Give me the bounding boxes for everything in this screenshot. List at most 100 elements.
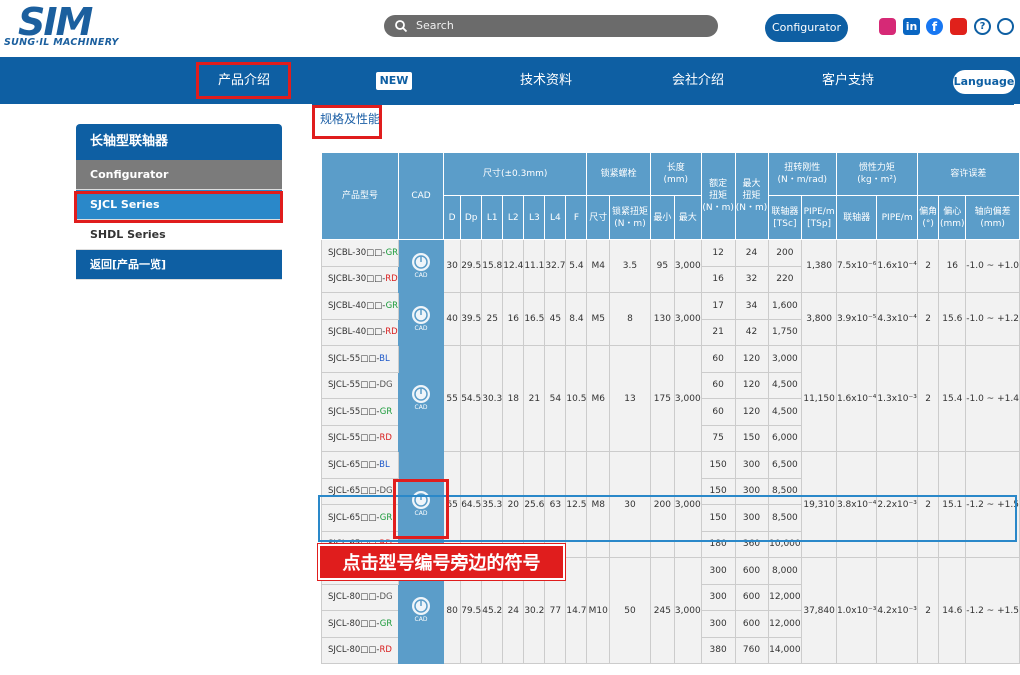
help-icon[interactable]: ?: [974, 18, 991, 35]
cell-max-torque: 600: [734, 557, 769, 585]
nav-support[interactable]: 客户支持: [822, 57, 874, 104]
cell-rated-torque: 300: [700, 610, 736, 638]
header-cad: CAD: [398, 152, 444, 240]
cell-f: 5.4: [565, 239, 588, 293]
cell-max-torque: 150: [734, 424, 769, 452]
facebook-icon[interactable]: f: [926, 18, 943, 35]
model-cell[interactable]: SJCL-65□□-BL: [320, 451, 400, 479]
model-cell[interactable]: SJCBL-40□□-GR: [320, 292, 400, 320]
model-cell[interactable]: SJCL-55□□-DG: [320, 371, 400, 399]
cell-l2: 18: [502, 345, 525, 452]
cell-rated-torque: 300: [700, 557, 736, 585]
sidebar-item-configurator[interactable]: Configurator: [76, 160, 282, 190]
cell-stiff-coupling: 8,000: [767, 557, 803, 585]
subheader-len-max: 最大: [673, 195, 702, 240]
table-row: SJCBL-40□□-GR CAD 40 39.5 25 16 16.5 45 8.4 M5 8 13…: [320, 292, 1020, 346]
cell-ecc: 15.4: [938, 345, 967, 452]
cell-max-torque: 300: [734, 451, 769, 479]
cell-stiff-coupling: 6,000: [767, 424, 803, 452]
subheader-l4: L4: [544, 195, 567, 240]
cell-d: 55: [442, 345, 462, 452]
model-cell[interactable]: SJCBL-40□□-RD: [320, 318, 400, 346]
cad-cell[interactable]: CAD: [398, 345, 444, 452]
model-suffix: DG: [379, 380, 393, 391]
cad-download-icon[interactable]: CAD: [409, 383, 433, 411]
cell-max-torque: 120: [734, 398, 769, 426]
model-cell[interactable]: SJCL-55□□-GR: [320, 398, 400, 426]
youtube-icon[interactable]: [950, 18, 967, 35]
cell-stiff-coupling: 14,000: [767, 636, 803, 664]
cell-dp: 39.5: [460, 292, 483, 346]
cell-l4: 45: [544, 292, 567, 346]
sidebar-item-shdl-series[interactable]: SHDL Series: [76, 220, 282, 250]
highlight-sjcl-series: [74, 191, 283, 223]
cell-max-torque: 24: [734, 239, 769, 267]
model-suffix: RD: [379, 645, 392, 656]
cell-d: 30: [442, 239, 462, 293]
subheader-dp: Dp: [460, 195, 483, 240]
cell-stiff-coupling: 6,500: [767, 451, 803, 479]
company-logo[interactable]: SIM SUNG·IL MACHINERY: [4, 0, 132, 50]
cell-angle: 2: [916, 292, 940, 346]
nav-new-badge[interactable]: NEW: [376, 72, 412, 90]
configurator-button[interactable]: Configurator: [765, 14, 848, 42]
cell-rated-torque: 16: [700, 265, 736, 293]
model-cell[interactable]: SJCL-55□□-RD: [320, 424, 400, 452]
cell-l4: 54: [544, 345, 567, 452]
svg-text:CAD: CAD: [415, 616, 428, 623]
cad-download-icon[interactable]: CAD: [409, 304, 433, 332]
cell-rated-torque: 17: [700, 292, 736, 320]
search-input[interactable]: Search: [384, 15, 718, 37]
subheader-inertia-coupling: 联轴器: [835, 195, 878, 240]
cad-cell[interactable]: CAD: [398, 292, 444, 346]
cell-stiff-coupling: 3,000: [767, 345, 803, 373]
cad-cell[interactable]: CAD: [398, 239, 444, 293]
model-cell[interactable]: SJCL-80□□-DG: [320, 583, 400, 611]
cell-tsp: 3,800: [801, 292, 837, 346]
instagram-icon[interactable]: [879, 18, 896, 35]
cell-rated-torque: 60: [700, 345, 736, 373]
cell-stiff-coupling: 200: [767, 239, 803, 267]
subheader-screw-size: 尺寸: [586, 195, 611, 240]
search-placeholder: Search: [416, 19, 454, 32]
cell-axial: -1.0 ~ +1.0: [965, 239, 1020, 293]
cell-rated-torque: 75: [700, 424, 736, 452]
cell-f: 14.7: [565, 557, 588, 664]
svg-text:CAD: CAD: [415, 325, 428, 332]
cell-len-min: 175: [649, 345, 675, 452]
model-suffix: GR: [385, 300, 399, 311]
table-row: SJCL-55□□-BL CAD 55 54.5 30.3 18 21 54 10.5 M6 13 1…: [320, 345, 1020, 452]
globe-icon[interactable]: [997, 18, 1014, 35]
cell-tsp: 11,150: [801, 345, 837, 452]
cell-max-torque: 42: [734, 318, 769, 346]
model-cell[interactable]: SJCBL-30□□-RD: [320, 265, 400, 293]
model-suffix: RD: [385, 274, 398, 285]
subheader-f: F: [565, 195, 588, 240]
model-name: SJCL-80□□-: [328, 618, 380, 629]
model-cell[interactable]: SJCBL-30□□-GR: [320, 239, 400, 267]
cell-inertia-p: 4.3x10⁻⁴: [876, 292, 918, 346]
nav-company[interactable]: 会社介绍: [672, 57, 724, 104]
spec-table: 产品型号 CAD 尺寸(±0.3mm) 锁紧螺栓 长度 (mm) 额定 扭矩 (N・m…: [320, 152, 1020, 664]
cell-max-torque: 120: [734, 371, 769, 399]
table-row: SJCBL-30□□-GR CAD 30 29.5 15.8 12.4 11.1 32.7 5.…: [320, 239, 1020, 293]
cell-len-max: 3,000: [673, 345, 702, 452]
cad-download-icon[interactable]: CAD: [409, 595, 433, 623]
cell-stiff-coupling: 4,500: [767, 398, 803, 426]
cell-max-torque: 600: [734, 610, 769, 638]
header-length: 长度 (mm): [649, 152, 702, 196]
cell-angle: 2: [916, 557, 940, 664]
cell-f: 8.4: [565, 292, 588, 346]
linkedin-icon[interactable]: in: [903, 18, 920, 35]
nav-technical[interactable]: 技术资料: [520, 57, 572, 104]
cell-dp: 54.5: [460, 345, 483, 452]
model-cell[interactable]: SJCL-80□□-RD: [320, 636, 400, 664]
model-cell[interactable]: SJCL-80□□-GR: [320, 610, 400, 638]
cell-stiff-coupling: 12,000: [767, 610, 803, 638]
cell-inertia-c: 1.6x10⁻⁴: [835, 345, 878, 452]
cad-download-icon[interactable]: CAD: [409, 251, 433, 279]
model-cell[interactable]: SJCL-55□□-BL: [320, 345, 400, 373]
sidebar-item-back[interactable]: 返回[产品一览]: [76, 250, 282, 280]
language-button[interactable]: Language: [953, 70, 1015, 94]
cell-angle: 2: [916, 239, 940, 293]
